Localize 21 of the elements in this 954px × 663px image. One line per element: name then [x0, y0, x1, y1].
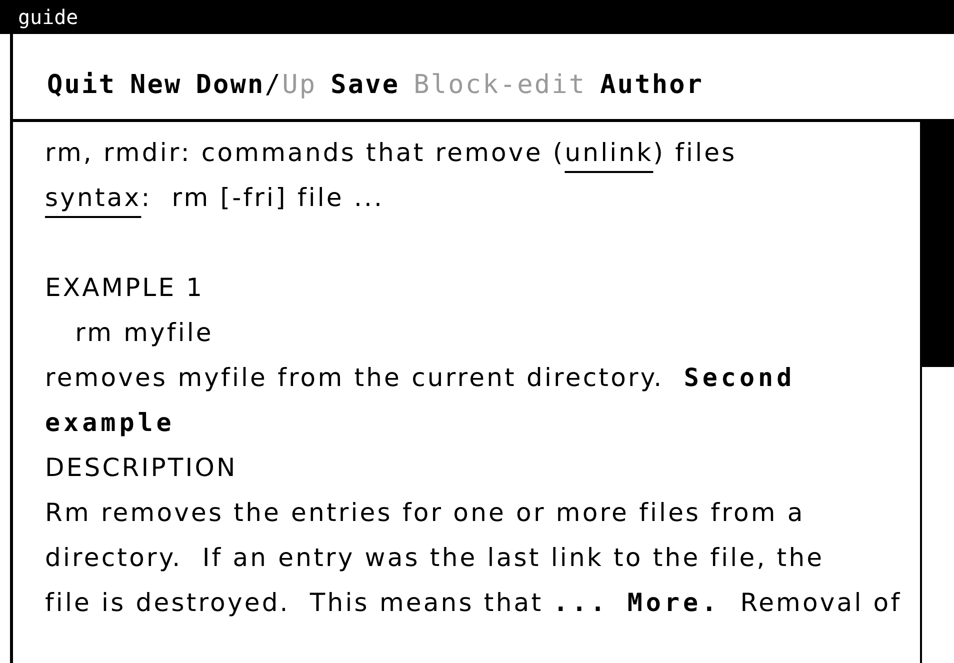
help-text: Removal of [739, 588, 902, 617]
link[interactable]: Second [684, 363, 796, 392]
menu-item[interactable]: Save [330, 70, 400, 100]
window-title: guide [18, 5, 78, 29]
link[interactable]: syntax [45, 183, 142, 212]
link[interactable]: example [45, 408, 175, 437]
separator-text: / [264, 70, 282, 100]
help-text: file is destroyed. This means that [45, 588, 544, 617]
menu-item[interactable]: Down [196, 70, 265, 100]
menu-item[interactable]: Quit [47, 70, 116, 100]
help-text: removes myfile from the current directory. [45, 363, 665, 392]
help-text: EXAMPLE 1 [45, 273, 204, 302]
scroll-thumb[interactable] [922, 122, 954, 367]
help-text: Rm removes the entries for one or more files from a [45, 498, 805, 527]
link[interactable]: ... More. [553, 588, 720, 617]
help-text: DESCRIPTION [45, 453, 238, 482]
help-text: directory. If an entry was the last link to the file, the [45, 543, 824, 572]
help-text: rm myfile [74, 318, 214, 347]
menu-item[interactable]: Author [600, 70, 704, 100]
menu-item[interactable]: New [130, 70, 182, 100]
link[interactable]: unlink [564, 138, 654, 167]
